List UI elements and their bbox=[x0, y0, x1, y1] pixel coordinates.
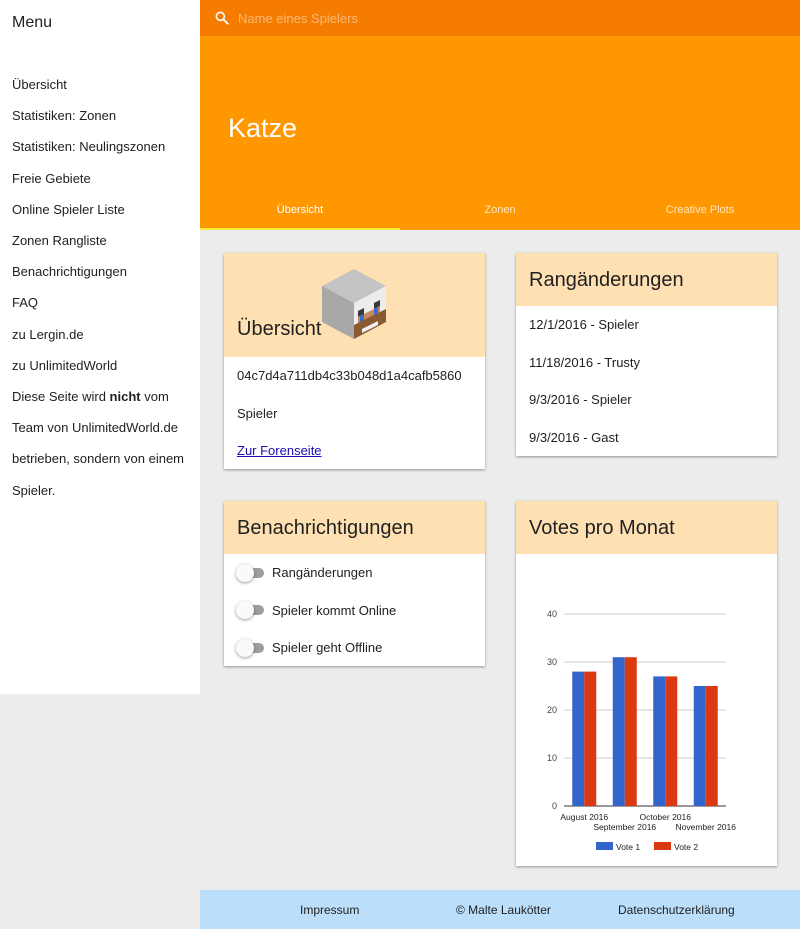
toggle-row-comes-online: Spieler kommt Online bbox=[224, 592, 485, 630]
goes-offline-toggle[interactable] bbox=[236, 638, 266, 658]
disclaimer-bold: nicht bbox=[109, 389, 141, 404]
overview-card-header: Übersicht bbox=[224, 253, 485, 357]
disclaimer-note: Diese Seite wird nicht vom Team von Unli… bbox=[12, 381, 197, 506]
bar bbox=[705, 686, 718, 806]
bar bbox=[572, 671, 585, 806]
toggle-row-rank-changes: Rangänderungen bbox=[224, 554, 485, 592]
menu-title: Menu bbox=[12, 14, 53, 31]
sidebar-item-unlimitedworld[interactable]: zu UnlimitedWorld bbox=[12, 350, 197, 381]
forum-link-row: Zur Forenseite bbox=[224, 432, 485, 470]
privacy-link[interactable]: Datenschutzerklärung bbox=[618, 903, 735, 917]
votes-card-title: Votes pro Monat bbox=[529, 517, 675, 539]
player-name: Katze bbox=[228, 113, 298, 143]
rank-changes-toggle[interactable] bbox=[236, 563, 266, 583]
list-item: 9/3/2016 - Gast bbox=[529, 429, 619, 445]
bar bbox=[693, 686, 706, 806]
votes-card-header: Votes pro Monat bbox=[516, 501, 777, 554]
sidebar-menu: Übersicht Statistiken: Zonen Statistiken… bbox=[12, 69, 197, 381]
tab-bar: Übersicht Zonen Creative Plots bbox=[200, 190, 800, 230]
legend-label: Vote 1 bbox=[616, 842, 640, 852]
footer: Impressum © Malte Laukötter Datenschutze… bbox=[200, 890, 800, 929]
bar bbox=[665, 676, 678, 806]
impressum-link[interactable]: Impressum bbox=[300, 903, 359, 917]
sidebar-item-free-areas[interactable]: Freie Gebiete bbox=[12, 163, 197, 194]
tab-overview[interactable]: Übersicht bbox=[200, 190, 400, 230]
rank-changes-card-header: Rangänderungen bbox=[516, 253, 777, 306]
copyright-text: © Malte Laukötter bbox=[456, 902, 551, 917]
notifications-card-title: Benachrichtigungen bbox=[237, 517, 414, 539]
x-tick-label: November 2016 bbox=[676, 822, 737, 832]
sidebar-item-notifications[interactable]: Benachrichtigungen bbox=[12, 256, 197, 287]
disclaimer-text-after: vom Team von UnlimitedWorld.de betrieben… bbox=[12, 389, 185, 498]
y-tick-label: 10 bbox=[547, 753, 557, 763]
rank-changes-card-title: Rangänderungen bbox=[529, 269, 684, 291]
player-header: Katze Übersicht Zonen Creative Plots bbox=[200, 36, 800, 230]
y-tick-label: 0 bbox=[552, 801, 557, 811]
search-bar bbox=[200, 0, 800, 36]
sidebar-item-zone-stats[interactable]: Statistiken: Zonen bbox=[12, 100, 197, 131]
toggle-row-goes-offline: Spieler geht Offline bbox=[224, 629, 485, 667]
bar bbox=[612, 657, 625, 806]
y-tick-label: 30 bbox=[547, 657, 557, 667]
bar bbox=[624, 657, 637, 806]
overview-card-title: Übersicht bbox=[237, 318, 322, 340]
bar bbox=[584, 671, 597, 806]
notifications-card-header: Benachrichtigungen bbox=[224, 501, 485, 554]
sidebar-item-zone-ranking[interactable]: Zonen Rangliste bbox=[12, 225, 197, 256]
notifications-card: Benachrichtigungen Rangänderungen Spiele… bbox=[224, 501, 485, 666]
sidebar-item-lergin[interactable]: zu Lergin.de bbox=[12, 319, 197, 350]
legend-swatch bbox=[654, 842, 671, 850]
toggle-label: Spieler geht Offline bbox=[272, 640, 383, 656]
votes-chart: 0 10 20 30 40 August 2016September 2016Octobe… bbox=[547, 609, 737, 852]
tab-zones[interactable]: Zonen bbox=[400, 190, 600, 230]
bar bbox=[653, 676, 666, 806]
overview-card: Übersicht 04c7d4a711db4c33b048d1a4cafb58… bbox=[224, 253, 485, 469]
votes-card: Votes pro Monat 0 10 20 30 40 August 2016 Sept… bbox=[516, 501, 777, 866]
rank-changes-card: Rangänderungen 12/1/2016 - Spieler 11/18… bbox=[516, 253, 777, 456]
sidebar-item-faq[interactable]: FAQ bbox=[12, 287, 197, 318]
legend-swatch bbox=[596, 842, 613, 850]
forum-link[interactable]: Zur Forenseite bbox=[237, 443, 322, 458]
sidebar: Menu Übersicht Statistiken: Zonen Statis… bbox=[0, 0, 200, 694]
disclaimer-text-before: Diese Seite wird bbox=[12, 389, 110, 404]
sidebar-item-overview[interactable]: Übersicht bbox=[12, 69, 197, 100]
x-tick-label: August 2016 bbox=[560, 812, 608, 822]
player-rank: Spieler bbox=[237, 405, 278, 421]
player-uuid: 04c7d4a711db4c33b048d1a4cafb5860 bbox=[237, 368, 462, 383]
player-head-icon bbox=[322, 269, 386, 339]
sidebar-item-online-players[interactable]: Online Spieler Liste bbox=[12, 194, 197, 225]
legend-label: Vote 2 bbox=[674, 842, 698, 852]
player-search-input[interactable] bbox=[238, 6, 778, 30]
search-icon bbox=[215, 11, 229, 25]
list-item: 12/1/2016 - Spieler bbox=[529, 317, 639, 332]
list-item: 11/18/2016 - Trusty bbox=[529, 354, 641, 370]
x-tick-label: October 2016 bbox=[639, 812, 691, 822]
tab-creative-plots[interactable]: Creative Plots bbox=[600, 190, 800, 230]
sidebar-item-newbie-zone-stats[interactable]: Statistiken: Neulingszonen bbox=[12, 131, 197, 162]
y-tick-label: 40 bbox=[547, 609, 557, 619]
y-tick-label: 20 bbox=[547, 705, 557, 715]
x-tick-label: September 2016 bbox=[593, 822, 656, 832]
toggle-label: Spieler kommt Online bbox=[272, 602, 397, 618]
toggle-label: Rangänderungen bbox=[272, 565, 373, 581]
list-item: 9/3/2016 - Spieler bbox=[529, 392, 632, 407]
comes-online-toggle[interactable] bbox=[236, 600, 266, 620]
